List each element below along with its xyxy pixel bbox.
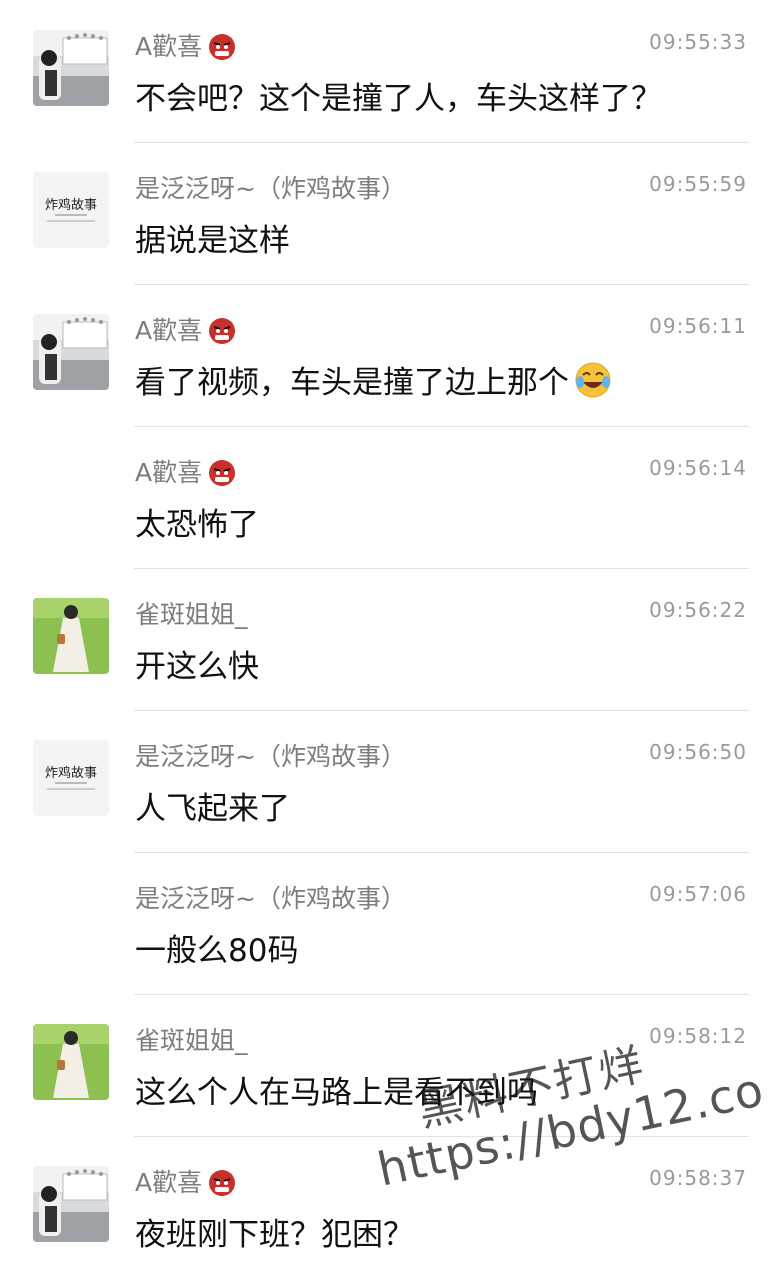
sender-name-label: 是泛泛呀~（炸鸡故事） xyxy=(135,174,406,203)
list-item[interactable]: 雀斑姐姐_ 09:58:12 这么个人在马路上是看不到吗 xyxy=(0,994,783,1136)
avatar[interactable]: 炸鸡故事 xyxy=(33,172,109,248)
avatar[interactable] xyxy=(33,314,109,390)
divider xyxy=(134,142,749,143)
message-time: 09:55:33 xyxy=(649,30,747,54)
avatar[interactable] xyxy=(33,30,109,106)
street-photo-avatar-icon xyxy=(33,1166,109,1242)
grass-dress-avatar-icon xyxy=(33,1024,109,1100)
list-item[interactable]: A歡喜 09:58:37 夜班刚下班？犯困？ xyxy=(0,1136,783,1278)
message-time: 09:57:06 xyxy=(649,882,747,906)
avatar-logo-text: 炸鸡故事 xyxy=(44,198,97,213)
message-time: 09:55:59 xyxy=(649,172,747,196)
message-text[interactable]: 夜班刚下班？犯困？ xyxy=(135,1209,414,1254)
ogre-emoji-icon xyxy=(206,29,238,61)
sender-name[interactable]: 是泛泛呀~（炸鸡故事） xyxy=(135,879,406,915)
ogre-emoji-icon xyxy=(206,313,238,345)
list-item[interactable]: 炸鸡故事 是泛泛呀~（炸鸡故事） 09:56:50 人飞起来了 xyxy=(0,710,783,852)
message-text[interactable]: 据说是这样 xyxy=(135,215,290,260)
message-text[interactable]: 太恐怖了 xyxy=(135,499,259,544)
list-item[interactable]: 是泛泛呀~（炸鸡故事） 09:57:06 一般么80码 xyxy=(0,852,783,994)
message-time: 09:58:37 xyxy=(649,1166,747,1190)
list-item[interactable]: A歡喜 09:55:33 不会吧？这个是撞了人，车头这样了？ xyxy=(0,0,783,142)
message-time: 09:56:11 xyxy=(649,314,747,338)
divider xyxy=(134,284,749,285)
divider xyxy=(134,568,749,569)
divider xyxy=(134,1136,749,1137)
divider xyxy=(134,994,749,995)
street-photo-avatar-icon xyxy=(33,30,109,106)
avatar[interactable]: 炸鸡故事 xyxy=(33,740,109,816)
message-text[interactable]: 这么个人在马路上是看不到吗 xyxy=(135,1067,538,1112)
chat-message-list: A歡喜 09:55:33 不会吧？这个是撞了人，车头这样了？ 炸鸡故事 是泛泛呀… xyxy=(0,0,783,1280)
sender-name-label: 是泛泛呀~（炸鸡故事） xyxy=(135,742,406,771)
sender-name[interactable]: A歡喜 xyxy=(135,311,238,347)
message-text[interactable]: 一般么80码 xyxy=(135,925,298,970)
ogre-emoji-icon xyxy=(206,455,238,487)
message-time: 09:56:14 xyxy=(649,456,747,480)
list-item[interactable]: 雀斑姐姐_ 09:56:22 开这么快 xyxy=(0,568,783,710)
message-time: 09:58:12 xyxy=(649,1024,747,1048)
sender-name[interactable]: 雀斑姐姐_ xyxy=(135,595,248,631)
logo-line xyxy=(47,220,95,222)
divider xyxy=(134,710,749,711)
avatar[interactable] xyxy=(33,1166,109,1242)
street-photo-avatar-icon xyxy=(33,314,109,390)
sender-name-label: 雀斑姐姐_ xyxy=(135,600,248,629)
list-item[interactable]: 炸鸡故事 是泛泛呀~（炸鸡故事） 09:55:59 据说是这样 xyxy=(0,142,783,284)
sender-name[interactable]: 是泛泛呀~（炸鸡故事） xyxy=(135,169,406,205)
message-text[interactable]: 看了视频，车头是撞了边上那个 xyxy=(135,357,613,402)
avatar[interactable] xyxy=(33,1024,109,1100)
sender-name-label: 是泛泛呀~（炸鸡故事） xyxy=(135,884,406,913)
sender-name-label: A歡喜 xyxy=(135,316,203,345)
sender-name[interactable]: 是泛泛呀~（炸鸡故事） xyxy=(135,737,406,773)
sender-name[interactable]: A歡喜 xyxy=(135,27,238,63)
message-text[interactable]: 开这么快 xyxy=(135,641,259,686)
sender-name-label: A歡喜 xyxy=(135,458,203,487)
message-time: 09:56:50 xyxy=(649,740,747,764)
divider xyxy=(134,426,749,427)
list-item[interactable]: A歡喜 09:56:11 看了视频，车头是撞了边上那个 xyxy=(0,284,783,426)
ogre-emoji-icon xyxy=(206,1165,238,1197)
message-text-label: 看了视频，车头是撞了边上那个 xyxy=(135,365,569,401)
sender-name[interactable]: A歡喜 xyxy=(135,453,238,489)
sender-name[interactable]: 雀斑姐姐_ xyxy=(135,1021,248,1057)
logo-line xyxy=(55,214,87,216)
sender-name[interactable]: A歡喜 xyxy=(135,1163,238,1199)
sender-name-label: 雀斑姐姐_ xyxy=(135,1026,248,1055)
avatar-logo-text: 炸鸡故事 xyxy=(44,766,97,781)
divider xyxy=(134,852,749,853)
sender-name-label: A歡喜 xyxy=(135,1168,203,1197)
logo-line xyxy=(55,782,87,784)
logo-line xyxy=(47,788,95,790)
message-text[interactable]: 不会吧？这个是撞了人，车头这样了？ xyxy=(135,73,662,118)
grass-dress-avatar-icon xyxy=(33,598,109,674)
list-item[interactable]: A歡喜 09:56:14 太恐怖了 xyxy=(0,426,783,568)
message-time: 09:56:22 xyxy=(649,598,747,622)
avatar[interactable] xyxy=(33,598,109,674)
message-text[interactable]: 人飞起来了 xyxy=(135,783,290,828)
sender-name-label: A歡喜 xyxy=(135,32,203,61)
laughing-crying-emoji-icon xyxy=(573,360,613,400)
